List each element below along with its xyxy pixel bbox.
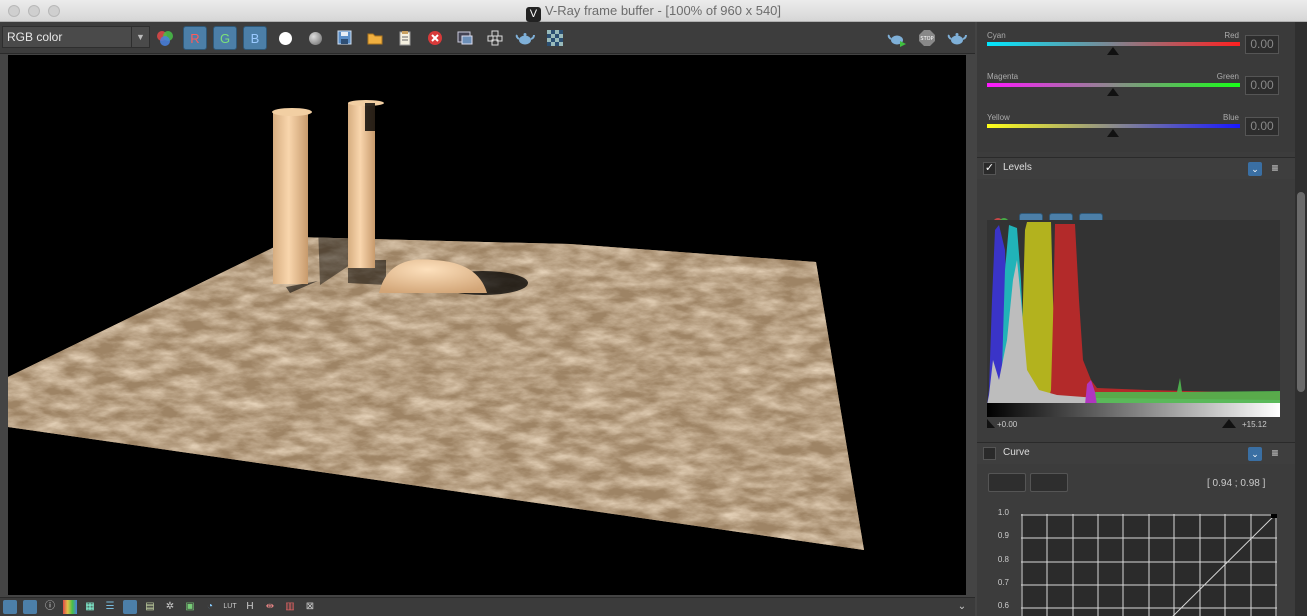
checker-icon[interactable] (543, 26, 567, 50)
yellow-blue-slider-row: Yellow Blue 0.00 (987, 113, 1287, 153)
magenta-green-value[interactable]: 0.00 (1245, 76, 1279, 95)
settings-icon[interactable]: ✲ (163, 600, 177, 614)
curve-ytick-5: 0.6 (997, 601, 1009, 610)
levels-header: ✓ Levels ⌄ ≡ (977, 157, 1295, 179)
color-correction-icon[interactable] (63, 600, 77, 614)
yellow-blue-track[interactable] (987, 124, 1240, 128)
levels-icon[interactable]: ☰ (103, 600, 117, 614)
curve-ytick-3: 0.8 (997, 555, 1009, 564)
red-label: Red (1224, 31, 1239, 40)
history-icon[interactable] (3, 600, 17, 614)
lens-effects-icon[interactable]: ⇹ (263, 600, 277, 614)
window-title: V-Ray frame buffer - [100% of 960 x 540] (544, 3, 782, 18)
levels-low-value: +0.00 (997, 420, 1018, 429)
curve-preset-button-2[interactable] (1030, 473, 1068, 492)
levels-checkbox[interactable]: ✓ (983, 162, 996, 175)
stamp-icon[interactable]: ⊠ (303, 600, 317, 614)
levels-high-value: +15.12 (1242, 420, 1267, 429)
stop-icon[interactable]: STOP (915, 26, 939, 50)
levels-high-handle[interactable] (1222, 419, 1236, 428)
curve-title: Curve (1003, 447, 1030, 458)
curve-icon[interactable]: ◔ (203, 600, 217, 614)
cyan-red-slider-row: Cyan Red 0.00 (987, 31, 1287, 71)
white-dot-icon[interactable] (273, 26, 297, 50)
color-balance-section: Cyan Red 0.00 Magenta Green 0.00 Yellow … (977, 22, 1295, 152)
cyan-red-thumb[interactable] (1107, 47, 1119, 55)
render-teapot-icon[interactable] (513, 26, 537, 50)
chevron-double-down-icon[interactable]: ⌄ (1248, 162, 1262, 176)
info-icon[interactable]: ⓘ (43, 600, 57, 614)
vray-logo-icon: V (525, 7, 541, 22)
channel-select-value: RGB color (7, 30, 63, 44)
magenta-label: Magenta (987, 72, 1019, 81)
curve-preset-button-1[interactable] (988, 473, 1026, 492)
clipboard-icon[interactable] (393, 26, 417, 50)
clear-icon[interactable] (423, 26, 447, 50)
double-chevron-down-icon[interactable]: ⌄ (955, 600, 969, 614)
menu-icon[interactable]: ≡ (1269, 446, 1281, 460)
curve-ytick-2: 0.9 (997, 531, 1009, 540)
blue-channel-button[interactable]: B (243, 26, 267, 50)
menu-icon[interactable]: ≡ (1269, 161, 1281, 175)
title-bar: V V-Ray frame buffer - [100% of 960 x 540… (0, 0, 1307, 22)
track-mouse-icon[interactable] (483, 26, 507, 50)
h-icon[interactable]: H (243, 600, 257, 614)
curve-ytick-4: 0.7 (997, 578, 1009, 587)
green-label: Green (1216, 72, 1239, 81)
yellow-blue-value[interactable]: 0.00 (1245, 117, 1279, 136)
curve-ytick-1: 1.0 (997, 508, 1009, 517)
render-viewport[interactable] (8, 55, 966, 595)
magenta-green-thumb[interactable] (1107, 88, 1119, 96)
exposure-icon[interactable] (123, 600, 137, 614)
panel-scrollbar[interactable] (1295, 22, 1307, 616)
levels-low-handle[interactable] (987, 419, 995, 428)
panel-scrollbar-thumb[interactable] (1297, 192, 1305, 392)
levels-title: Levels (1003, 162, 1032, 173)
bottom-toolbar: ⓘ ▦ ☰ ▤ ✲ ▣ ◔ LUT H ⇹ ▥ ⊠ ⌄ (0, 597, 975, 616)
chevron-double-down-icon[interactable]: ⌄ (1248, 447, 1262, 461)
render-icon[interactable] (945, 26, 969, 50)
yellow-blue-thumb[interactable] (1107, 129, 1119, 137)
region-render-icon[interactable] (453, 26, 477, 50)
green-channel-button[interactable]: G (213, 26, 237, 50)
blue-label: Blue (1222, 113, 1239, 122)
curve-checkbox[interactable] (983, 447, 996, 460)
lut-icon[interactable]: LUT (223, 600, 237, 614)
save-icon[interactable] (333, 26, 357, 50)
stop-label: STOP (920, 36, 933, 42)
cyan-red-track[interactable] (987, 42, 1240, 46)
levels-histogram[interactable] (987, 220, 1280, 405)
vfb-window: V V-Ray frame buffer - [100% of 960 x 540… (0, 0, 1307, 616)
cyan-red-value[interactable]: 0.00 (1245, 35, 1279, 54)
correction-panel: Cyan Red 0.00 Magenta Green 0.00 Yellow … (977, 22, 1295, 616)
open-folder-icon[interactable] (363, 26, 387, 50)
curve-coordinates: [ 0.94 ; 0.98 ] (1207, 478, 1266, 489)
background-image-icon[interactable]: ▣ (183, 600, 197, 614)
main-toolbar: RGB color ▼ R G B STOP (0, 22, 975, 54)
compare-icon[interactable]: ▥ (283, 600, 297, 614)
panel-icon[interactable] (23, 600, 37, 614)
whitebalance-icon[interactable]: ▤ (143, 600, 157, 614)
chevron-down-icon[interactable]: ▼ (131, 27, 149, 47)
curve-header: Curve ⌄ ≡ (977, 442, 1295, 464)
cyan-label: Cyan (987, 31, 1006, 40)
levels-gradient[interactable] (987, 403, 1280, 417)
magenta-green-slider-row: Magenta Green 0.00 (987, 72, 1287, 112)
render-interactive-icon[interactable] (885, 26, 909, 50)
color-channels-icon[interactable] (153, 26, 177, 50)
render-image (8, 100, 864, 550)
window-title-area: V V-Ray frame buffer - [100% of 960 x 540… (0, 3, 1307, 22)
curve-control-point[interactable] (1271, 512, 1277, 518)
hsl-icon[interactable]: ▦ (83, 600, 97, 614)
red-channel-button[interactable]: R (183, 26, 207, 50)
curve-graph[interactable] (1021, 512, 1277, 616)
magenta-green-track[interactable] (987, 83, 1240, 87)
grey-dot-icon[interactable] (303, 26, 327, 50)
channel-select[interactable]: RGB color ▼ (2, 26, 150, 48)
yellow-label: Yellow (987, 113, 1010, 122)
